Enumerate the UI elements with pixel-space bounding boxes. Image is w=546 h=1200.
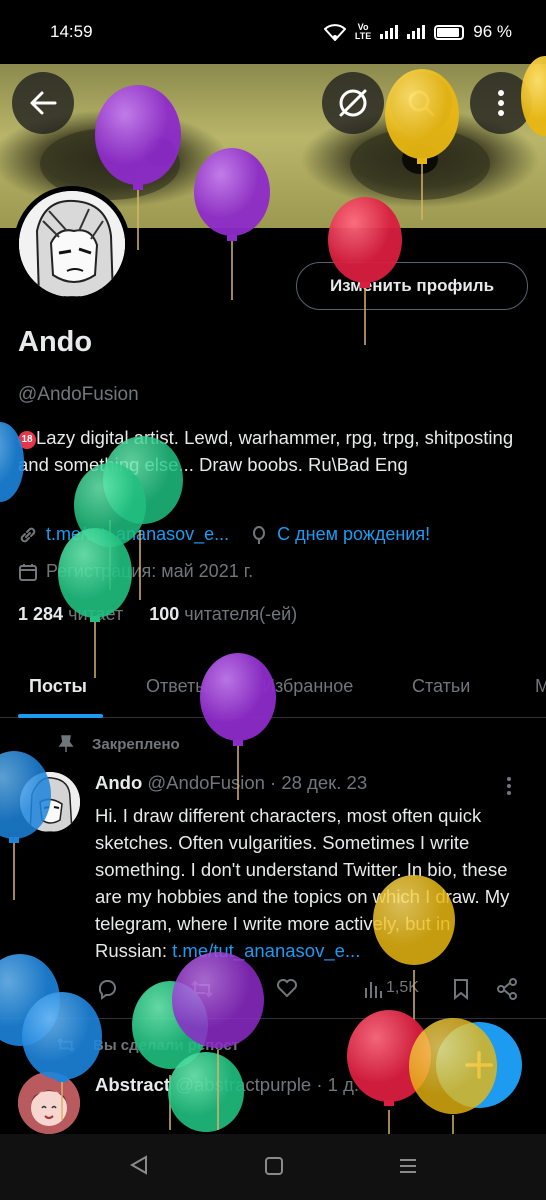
more-vertical-icon (507, 777, 511, 795)
views-icon (365, 982, 382, 998)
repost-handle-date: @abstractpurple · 1 д. (175, 1074, 360, 1095)
back-arrow-icon (30, 91, 57, 115)
status-bar: 14:59 Vo LTE 96 % (0, 0, 546, 64)
post-divider (0, 1018, 546, 1019)
retweet-button[interactable] (190, 978, 214, 1000)
followers-count: 100 (149, 604, 180, 624)
square-home-icon (265, 1157, 283, 1175)
tab-replies[interactable]: Ответы (146, 676, 208, 697)
wifi-icon (323, 23, 346, 41)
hide-icon (339, 89, 367, 117)
profile-tabs: Посты Ответы Избранное Статьи М (0, 660, 546, 718)
profile-handle: @AndoFusion (18, 384, 139, 405)
views-button[interactable]: 1,5K (364, 978, 419, 998)
repost-author-avatar[interactable] (18, 1072, 80, 1134)
pinned-label: Закреплено (92, 735, 180, 753)
nav-home-button[interactable] (264, 1152, 284, 1183)
profile-link[interactable]: t.me/tut_ananasov_e... (46, 524, 229, 545)
repost-icon (57, 1037, 75, 1053)
post-body: Hi. I draw different characters, most of… (95, 805, 510, 961)
post-link[interactable]: t.me/tut_ananasov_e... (172, 940, 360, 961)
post-text: Hi. I draw different characters, most of… (95, 802, 525, 964)
birthday-link[interactable]: С днем рождения! (277, 524, 430, 545)
avatar-image (19, 191, 125, 297)
followers-link[interactable]: 100 читателя(-ей) (149, 604, 297, 625)
back-button[interactable] (12, 72, 74, 134)
tab-posts[interactable]: Посты (29, 676, 87, 697)
followers-label: читателя(-ей) (184, 604, 298, 624)
joined-row: Регистрация: май 2021 г. (18, 561, 253, 582)
adult-content-icon: 18 (18, 431, 36, 449)
post-handle-date: @AndoFusion · 28 дек. 23 (147, 772, 368, 793)
tab-likes[interactable]: Избранное (262, 676, 353, 697)
like-button[interactable] (276, 978, 298, 998)
nav-back-button[interactable] (128, 1152, 150, 1183)
repost-author-name[interactable]: Abstract (95, 1074, 170, 1095)
post-author-avatar[interactable] (20, 772, 80, 832)
following-label: читает (68, 604, 124, 624)
more-options-button[interactable] (470, 72, 532, 134)
profile-meta-row: t.me/tut_ananasov_e... С днем рождения! (18, 524, 430, 545)
balloon-green-3 (58, 528, 132, 678)
status-icons: Vo LTE 96 % (323, 22, 512, 42)
status-time: 14:59 (50, 22, 93, 41)
post-more-button[interactable] (506, 776, 512, 801)
pin-icon (58, 735, 74, 752)
search-button[interactable] (390, 72, 452, 134)
share-icon (497, 978, 517, 1000)
reply-button[interactable] (96, 978, 118, 1000)
active-tab-indicator (18, 714, 103, 718)
following-link[interactable]: 1 284 читает (18, 604, 123, 625)
search-icon (408, 90, 435, 117)
repost-label: Вы сделали репост (93, 1036, 240, 1054)
retweet-icon (191, 980, 213, 998)
edit-profile-button[interactable]: Изменить профиль (296, 262, 528, 310)
nav-menu-button[interactable] (398, 1152, 418, 1183)
balloon-red-2 (347, 1010, 431, 1140)
post-author-name[interactable]: Ando (95, 772, 142, 793)
battery-percent: 96 % (473, 22, 512, 41)
balloon-icon (253, 525, 266, 544)
views-count: 1,5K (386, 979, 419, 996)
reply-icon (98, 980, 116, 1000)
battery-icon (434, 24, 465, 40)
more-vertical-icon (498, 90, 504, 116)
share-button[interactable] (496, 978, 518, 1000)
volte-icon: Vo LTE (354, 22, 372, 41)
profile-bio: 18 Lazy digital artist. Lewd, warhammer, … (18, 424, 528, 478)
following-count: 1 284 (18, 604, 64, 624)
tab-media[interactable]: М (535, 676, 546, 697)
post-header: Ando @AndoFusion · 28 дек. 23 (95, 772, 367, 794)
post-actions: 1,5K (0, 978, 546, 1004)
plus-icon (465, 1051, 493, 1079)
system-navigation-bar (0, 1134, 546, 1200)
bookmark-icon (454, 979, 468, 1000)
menu-lines-icon (400, 1159, 416, 1173)
tab-articles[interactable]: Статьи (412, 676, 470, 697)
profile-bio-text: Lazy digital artist. Lewd, warhammer, rp… (18, 427, 514, 475)
repost-header: Abstract @abstractpurple · 1 д. (95, 1074, 359, 1096)
calendar-icon (19, 563, 37, 581)
like-icon (277, 979, 297, 998)
bookmark-button[interactable] (452, 978, 470, 1000)
repost-label-row: Вы сделали репост (55, 1036, 239, 1054)
hide-banner-button[interactable] (322, 72, 384, 134)
signal-icon (380, 25, 399, 39)
triangle-back-icon (129, 1155, 147, 1175)
link-icon (20, 527, 36, 542)
profile-avatar[interactable] (14, 186, 130, 302)
signal-2-icon (407, 25, 426, 39)
pinned-label-row: Закреплено (58, 735, 180, 753)
compose-button[interactable] (436, 1022, 522, 1108)
follow-stats: 1 284 читает 100 читателя(-ей) (18, 604, 297, 625)
joined-date: Регистрация: май 2021 г. (46, 561, 254, 581)
profile-display-name: Ando (18, 326, 93, 358)
